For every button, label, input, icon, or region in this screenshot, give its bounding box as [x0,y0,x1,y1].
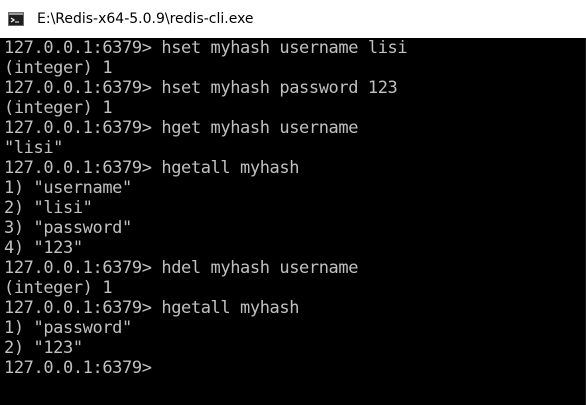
console-line: 2) "123" [4,338,83,358]
console-line: 127.0.0.1:6379> hset myhash password 123 [4,78,398,98]
title-bar[interactable]: E:\Redis-x64-5.0.9\redis-cli.exe [0,0,586,38]
console-line: (integer) 1 [4,58,113,78]
console-line: 127.0.0.1:6379> hdel myhash username [4,258,359,278]
console-line: 1) "username" [4,178,132,198]
console-lines: 127.0.0.1:6379> hset myhash username lis… [4,38,408,378]
console-output[interactable]: 127.0.0.1:6379> hset myhash username lis… [0,38,586,405]
console-line: (integer) 1 [4,278,113,298]
console-line: 3) "password" [4,218,132,238]
console-line: 1) "password" [4,318,132,338]
console-line: 127.0.0.1:6379> hgetall myhash [4,158,300,178]
console-line: 127.0.0.1:6379> hset myhash username lis… [4,38,408,58]
console-line: 127.0.0.1:6379> hgetall myhash [4,298,300,318]
console-line: 2) "lisi" [4,198,93,218]
redis-cli-window: E:\Redis-x64-5.0.9\redis-cli.exe 127.0.0… [0,0,586,405]
window-title: E:\Redis-x64-5.0.9\redis-cli.exe [37,11,254,27]
console-line: 127.0.0.1:6379> hget myhash username [4,118,359,138]
console-line: "lisi" [4,138,64,158]
console-prompt-line[interactable]: 127.0.0.1:6379> [4,358,407,378]
terminal-app-icon [8,11,24,27]
console-line: (integer) 1 [4,98,113,118]
console-line: 4) "123" [4,238,83,258]
